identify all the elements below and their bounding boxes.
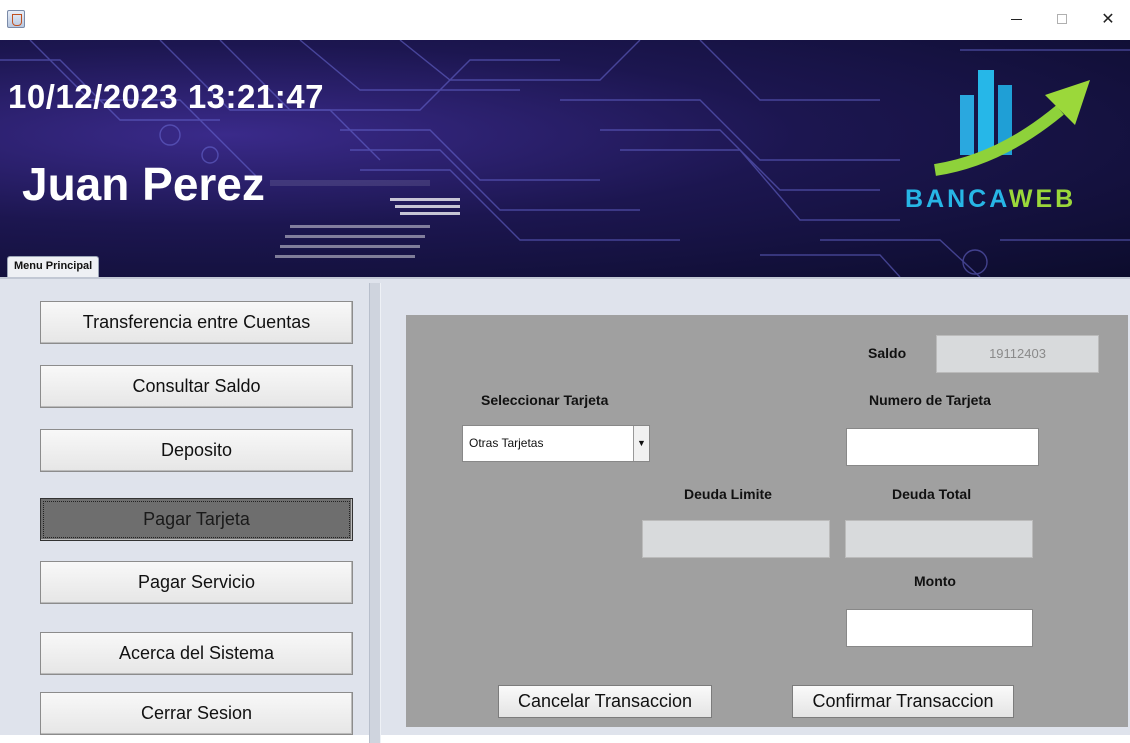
- maximize-icon: [1057, 14, 1067, 24]
- username-label: Juan Perez: [22, 158, 265, 210]
- close-icon: ✕: [1101, 11, 1115, 28]
- datetime-label: 10/12/2023 13:21:47: [8, 78, 324, 115]
- header-banner: 10/12/2023 13:21:47 Juan Perez BANCAWEB …: [0, 40, 1130, 277]
- main-area: Transferencia entre Cuentas Consultar Sa…: [0, 277, 1130, 743]
- minimize-button[interactable]: [993, 4, 1039, 34]
- saldo-label: Saldo: [868, 345, 907, 361]
- tarjeta-select[interactable]: Otras Tarjetas ▼: [462, 425, 650, 462]
- cancelar-transaccion-button[interactable]: Cancelar Transaccion: [498, 685, 712, 718]
- deuda-total-field: [845, 520, 1033, 558]
- numero-tarjeta-input[interactable]: [846, 428, 1039, 466]
- chevron-down-icon[interactable]: ▼: [633, 426, 649, 461]
- acerca-del-sistema-button[interactable]: Acerca del Sistema: [40, 632, 353, 675]
- deuda-total-label: Deuda Total: [892, 486, 972, 502]
- monto-input[interactable]: [846, 609, 1033, 647]
- consultar-saldo-button[interactable]: Consultar Saldo: [40, 365, 353, 408]
- bancaweb-logo-text: BANCAWEB: [905, 185, 1076, 214]
- tarjeta-select-value: Otras Tarjetas: [469, 436, 544, 450]
- tab-menu-principal[interactable]: Menu Principal: [7, 256, 100, 277]
- logo-text-part-1: BANCA: [905, 185, 1009, 213]
- java-app-icon: [7, 10, 25, 28]
- deuda-limite-label: Deuda Limite: [684, 486, 772, 502]
- logo-text-part-2: WEB: [1008, 185, 1077, 213]
- cerrar-sesion-button[interactable]: Cerrar Sesion: [40, 692, 353, 735]
- pagar-tarjeta-panel: Saldo 19112403 Seleccionar Tarjeta Otras…: [406, 315, 1128, 727]
- split-pane-divider[interactable]: [369, 283, 381, 743]
- pagar-tarjeta-button[interactable]: Pagar Tarjeta: [40, 498, 353, 541]
- numero-tarjeta-label: Numero de Tarjeta: [869, 392, 991, 408]
- close-button[interactable]: ✕: [1085, 4, 1130, 34]
- bancaweb-logo-icon: [934, 70, 1090, 176]
- title-bar: ✕: [0, 0, 1130, 40]
- maximize-button[interactable]: [1039, 4, 1085, 34]
- monto-label: Monto: [914, 573, 956, 589]
- transferencia-button[interactable]: Transferencia entre Cuentas: [40, 301, 353, 344]
- confirmar-transaccion-button[interactable]: Confirmar Transaccion: [792, 685, 1014, 718]
- minimize-icon: [1010, 18, 1022, 20]
- deposito-button[interactable]: Deposito: [40, 429, 353, 472]
- pagar-servicio-button[interactable]: Pagar Servicio: [40, 561, 353, 604]
- saldo-field: 19112403: [936, 335, 1099, 373]
- deuda-limite-field: [642, 520, 830, 558]
- seleccionar-tarjeta-label: Seleccionar Tarjeta: [481, 392, 609, 408]
